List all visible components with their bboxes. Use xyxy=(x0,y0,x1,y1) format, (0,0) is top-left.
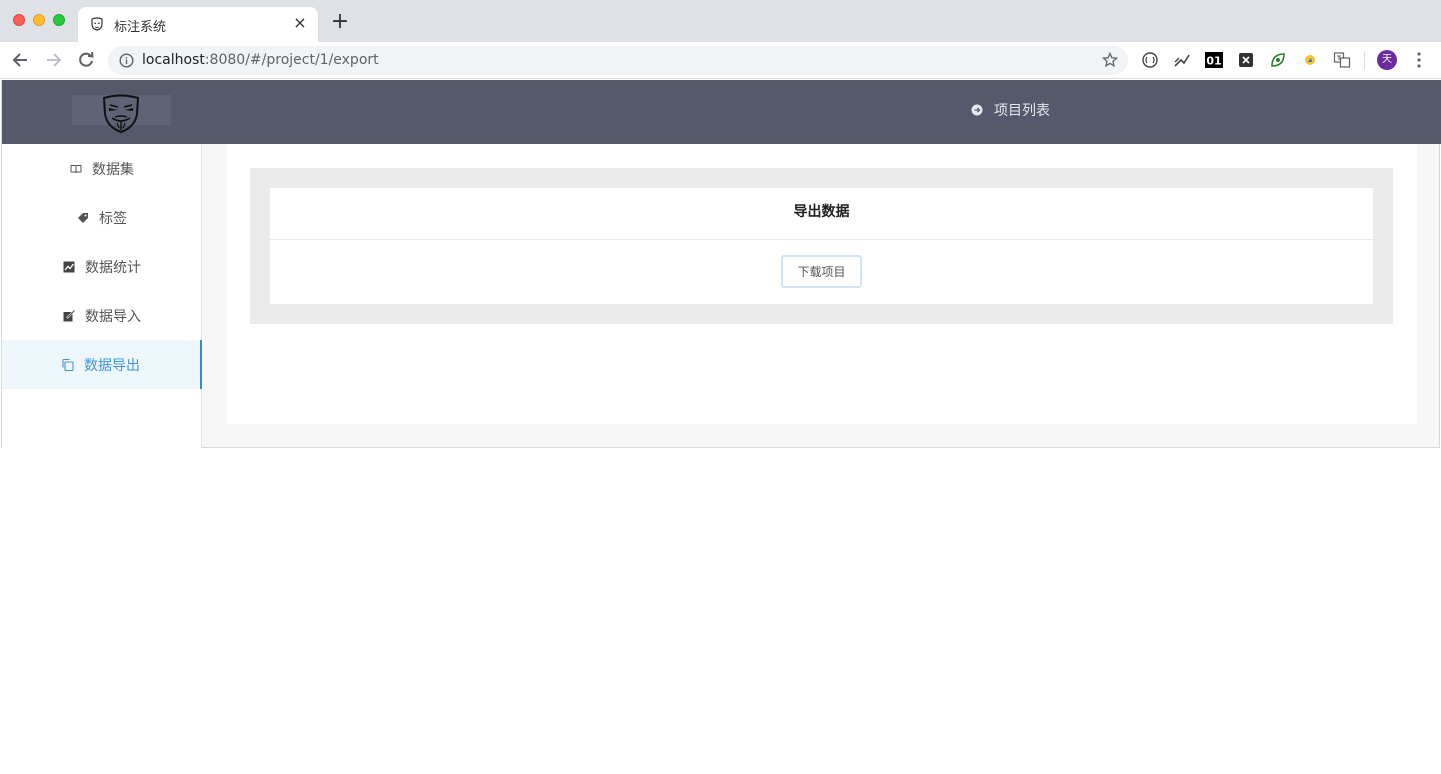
back-arrow-icon[interactable] xyxy=(11,50,31,70)
tab-title: 标注系统 xyxy=(114,20,167,35)
url-host: localhost xyxy=(142,52,205,68)
main-content: 导出数据 下载项目 xyxy=(227,144,1417,424)
sidebar-item-statistics[interactable]: 数据统计 xyxy=(2,242,202,291)
window-zoom-button[interactable] xyxy=(53,14,65,26)
mask-favicon-icon xyxy=(91,17,103,31)
app-header: 项目列表 xyxy=(2,80,1441,144)
sidebar-item-label: 数据统计 xyxy=(85,259,141,276)
circle-arrow-icon xyxy=(971,104,983,116)
browser-toolbar: localhost:8080/#/project/1/export 01 天 xyxy=(0,42,1441,79)
extension-circle-icon[interactable] xyxy=(1141,51,1159,69)
browser-tab-active[interactable]: 标注系统 × xyxy=(78,7,318,42)
app-root: 项目列表 数据集 标签 数据统计 数据导入 数据导出 导出数据 下载项目 xyxy=(1,80,1441,448)
extension-translate-icon[interactable] xyxy=(1333,51,1351,69)
sidebar-item-label: 数据导出 xyxy=(84,357,140,374)
window-minimize-button[interactable] xyxy=(33,14,45,26)
sidebar: 数据集 标签 数据统计 数据导入 数据导出 xyxy=(2,144,202,448)
sidebar-item-label: 数据集 xyxy=(92,161,134,178)
tag-icon xyxy=(78,212,88,223)
browser-menu-icon[interactable] xyxy=(1413,51,1425,69)
new-tab-button[interactable]: + xyxy=(330,11,350,33)
extension-binary-icon[interactable]: 01 xyxy=(1205,51,1223,69)
url-text: localhost:8080/#/project/1/export xyxy=(142,52,379,68)
sidebar-item-dataset[interactable]: 数据集 xyxy=(2,144,202,193)
sidebar-item-import[interactable]: 数据导入 xyxy=(2,291,202,340)
project-list-link[interactable]: 项目列表 xyxy=(971,100,1050,120)
project-list-label: 项目列表 xyxy=(994,103,1050,119)
chart-icon xyxy=(63,261,75,272)
extension-leaf-icon[interactable] xyxy=(1269,51,1287,69)
toolbar-separator xyxy=(1364,52,1365,70)
export-card-title: 导出数据 xyxy=(270,188,1373,240)
svg-text:01: 01 xyxy=(1206,55,1221,68)
download-project-button[interactable]: 下载项目 xyxy=(781,255,862,288)
sidebar-item-tags[interactable]: 标签 xyxy=(2,193,202,242)
copy-icon xyxy=(62,358,74,371)
reload-icon[interactable] xyxy=(76,50,96,70)
sidebar-item-export[interactable]: 数据导出 xyxy=(2,340,202,389)
tab-close-icon[interactable]: × xyxy=(291,14,309,32)
forward-arrow-icon[interactable] xyxy=(43,50,63,70)
extension-compass-icon[interactable] xyxy=(1301,51,1319,69)
extension-x-icon[interactable] xyxy=(1237,51,1255,69)
address-bar[interactable]: localhost:8080/#/project/1/export xyxy=(108,46,1128,75)
url-path: :8080/#/project/1/export xyxy=(204,52,379,68)
export-card: 导出数据 下载项目 xyxy=(270,188,1373,304)
edit-icon xyxy=(63,309,75,321)
sidebar-item-label: 数据导入 xyxy=(85,308,141,325)
sidebar-item-label: 标签 xyxy=(99,210,127,227)
browser-tab-bar: 标注系统 × + xyxy=(0,0,1441,42)
window-close-button[interactable] xyxy=(13,14,25,26)
bookmark-star-icon[interactable] xyxy=(1102,52,1118,68)
mask-logo-icon[interactable] xyxy=(100,94,142,134)
extension-signal-icon[interactable] xyxy=(1173,51,1191,69)
export-panel: 导出数据 下载项目 xyxy=(250,168,1393,324)
profile-avatar[interactable]: 天 xyxy=(1377,50,1397,70)
book-icon xyxy=(70,164,82,173)
site-info-icon[interactable] xyxy=(119,53,134,68)
